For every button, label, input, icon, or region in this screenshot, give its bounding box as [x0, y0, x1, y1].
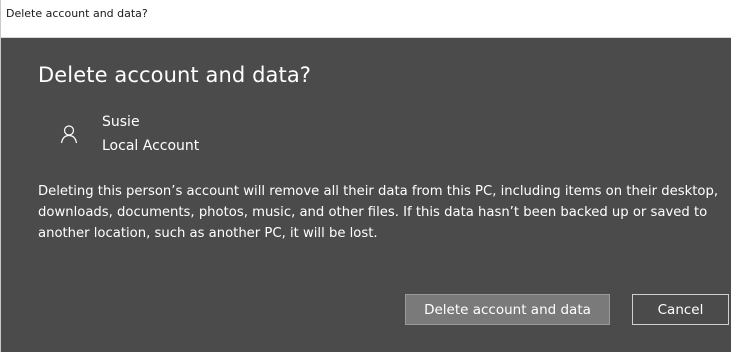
cancel-button[interactable]: Cancel [632, 294, 729, 325]
dialog-window: Delete account and data? Delete account … [0, 0, 731, 352]
account-name: Susie [102, 114, 140, 130]
account-type: Local Account [102, 138, 200, 154]
title-bar[interactable]: Delete account and data? [1, 0, 731, 38]
warning-message: Deleting this person’s account will remo… [38, 184, 719, 241]
dialog-heading: Delete account and data? [38, 63, 312, 87]
window-title: Delete account and data? [6, 7, 148, 20]
delete-account-button[interactable]: Delete account and data [405, 294, 610, 325]
person-icon [59, 124, 79, 146]
